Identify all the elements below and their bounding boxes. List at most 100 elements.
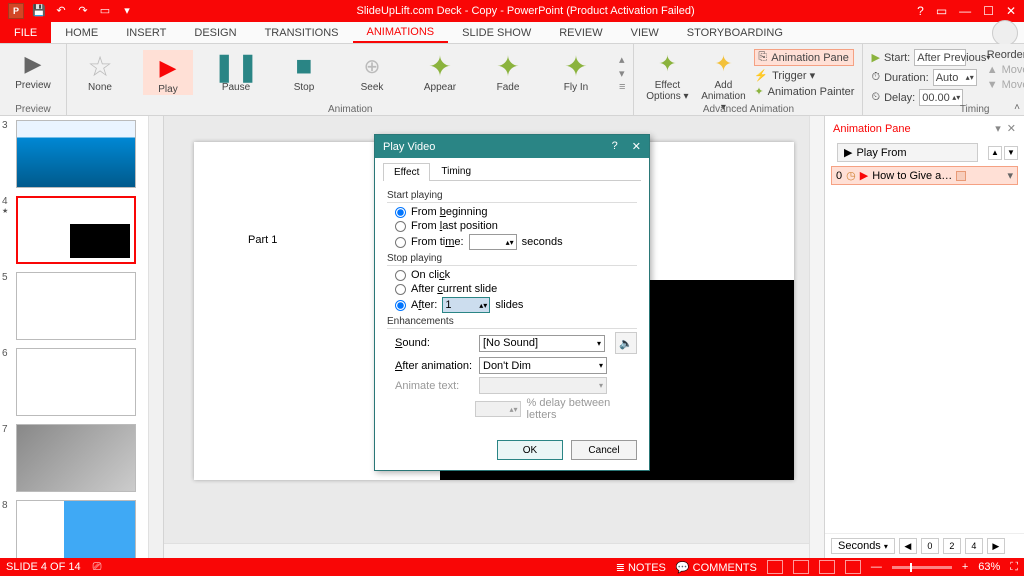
- opt-from-last[interactable]: From last position: [395, 220, 637, 232]
- account-icon[interactable]: [992, 20, 1018, 46]
- ribbon-options-icon[interactable]: ▭: [936, 4, 947, 18]
- animation-pane-button[interactable]: ⎘Animation Pane: [754, 49, 854, 66]
- maximize-icon[interactable]: ☐: [983, 4, 994, 18]
- tab-review[interactable]: REVIEW: [545, 22, 616, 43]
- tab-timing[interactable]: Timing: [430, 162, 482, 180]
- move-earlier-button[interactable]: ▲Move Earlier: [987, 64, 1024, 76]
- ok-button[interactable]: OK: [497, 440, 563, 460]
- normal-view-icon[interactable]: [767, 560, 783, 574]
- opt-on-click[interactable]: On click: [395, 269, 637, 281]
- radio-after-current[interactable]: [395, 284, 406, 295]
- add-animation-button[interactable]: ✦Add Animation ▾: [698, 46, 748, 113]
- entrance-flyin[interactable]: ✦Fly In: [551, 50, 601, 95]
- opt-after[interactable]: After:1▴▾slides: [395, 297, 637, 313]
- thumb-5[interactable]: 5: [0, 268, 163, 344]
- reorder-down-button[interactable]: ▼: [1004, 146, 1018, 160]
- tab-slideshow[interactable]: SLIDE SHOW: [448, 22, 545, 43]
- save-icon[interactable]: 💾: [32, 3, 46, 17]
- help-icon[interactable]: ?: [917, 4, 924, 18]
- collapse-ribbon-icon[interactable]: ˄: [1014, 102, 1020, 113]
- fit-to-window-icon[interactable]: ⛶: [1010, 561, 1018, 574]
- media-pause[interactable]: ❚❚Pause: [211, 50, 261, 95]
- cancel-button[interactable]: Cancel: [571, 440, 637, 460]
- comments-button[interactable]: 💬 COMMENTS: [676, 561, 757, 574]
- timeline-0[interactable]: 0: [921, 538, 939, 554]
- slide-counter[interactable]: SLIDE 4 OF 14: [6, 561, 81, 573]
- tab-design[interactable]: DESIGN: [180, 22, 250, 43]
- entrance-appear[interactable]: ✦Appear: [415, 50, 465, 95]
- zoom-out-button[interactable]: —: [871, 561, 882, 573]
- tab-animations[interactable]: ANIMATIONS: [353, 22, 449, 43]
- tab-transitions[interactable]: TRANSITIONS: [251, 22, 353, 43]
- after-animation-select[interactable]: Don't Dim▾: [479, 357, 607, 374]
- radio-from-last[interactable]: [395, 221, 406, 232]
- dialog-close-icon[interactable]: ✕: [632, 140, 641, 153]
- notes-button[interactable]: ≣ NOTES: [616, 561, 666, 574]
- effect-options-button[interactable]: ✦Effect Options ▾: [642, 46, 692, 113]
- animation-painter-button[interactable]: ✦Animation Painter: [754, 85, 854, 98]
- undo-icon[interactable]: ↶: [54, 3, 68, 17]
- after-slides-input[interactable]: 1▴▾: [442, 297, 490, 313]
- thumb-3[interactable]: 3: [0, 116, 163, 192]
- sound-preview-button[interactable]: 🔈: [615, 332, 637, 354]
- pane-close-icon[interactable]: ✕: [1007, 122, 1016, 135]
- editor-vscrollbar[interactable]: [809, 116, 824, 558]
- sorter-view-icon[interactable]: [793, 560, 809, 574]
- media-seek[interactable]: ⊕Seek: [347, 50, 397, 95]
- thumb-8[interactable]: 8: [0, 496, 163, 558]
- radio-after[interactable]: [395, 300, 406, 311]
- thumb-4[interactable]: 4: [0, 192, 163, 268]
- timeline-2[interactable]: 2: [943, 538, 961, 554]
- thumb-6[interactable]: 6: [0, 344, 163, 420]
- media-stop[interactable]: ■Stop: [279, 50, 329, 95]
- zoom-in-button[interactable]: +: [962, 561, 968, 573]
- timeline-next[interactable]: ▶: [987, 538, 1005, 554]
- reorder-up-button[interactable]: ▲: [988, 146, 1002, 160]
- timeline-prev[interactable]: ◀: [899, 538, 917, 554]
- zoom-slider[interactable]: [892, 566, 952, 569]
- radio-on-click[interactable]: [395, 270, 406, 281]
- opt-after-current[interactable]: After current slide: [395, 283, 637, 295]
- entrance-fade[interactable]: ✦Fade: [483, 50, 533, 95]
- preview-button[interactable]: ▶ Preview: [8, 46, 58, 91]
- animation-item-0[interactable]: 0 ◷ ▶ How to Give a… ▾: [831, 166, 1018, 185]
- dialog-titlebar[interactable]: Play Video ?✕: [375, 135, 649, 158]
- media-play[interactable]: ▶Play: [143, 50, 193, 95]
- tab-storyboarding[interactable]: STORYBOARDING: [673, 22, 797, 43]
- zoom-value[interactable]: 63%: [978, 561, 1000, 573]
- radio-from-time[interactable]: [395, 237, 406, 248]
- qat-customize-icon[interactable]: ▾: [120, 3, 134, 17]
- item-menu-icon[interactable]: ▾: [1007, 169, 1013, 182]
- timeline-bar[interactable]: [956, 171, 966, 181]
- radio-from-beginning[interactable]: [395, 207, 406, 218]
- play-from-button[interactable]: ▶Play From: [837, 143, 978, 162]
- from-time-input[interactable]: ▴▾: [469, 234, 517, 250]
- close-icon[interactable]: ✕: [1006, 4, 1016, 18]
- redo-icon[interactable]: ↷: [76, 3, 90, 17]
- trigger-button[interactable]: ⚡Trigger ▾: [754, 69, 854, 82]
- pane-dropdown-icon[interactable]: ▾: [995, 122, 1001, 135]
- slide-text-part1[interactable]: Part 1: [248, 234, 277, 246]
- thumbs-scrollbar[interactable]: [148, 116, 163, 558]
- minimize-icon[interactable]: —: [959, 4, 971, 18]
- start-from-beginning-icon[interactable]: ▭: [98, 3, 112, 17]
- seconds-toggle[interactable]: Seconds▾: [831, 538, 895, 554]
- duration-input[interactable]: Auto▴▾: [933, 69, 977, 86]
- slideshow-view-icon[interactable]: [845, 560, 861, 574]
- tab-insert[interactable]: INSERT: [112, 22, 180, 43]
- emphasis-none[interactable]: ☆None: [75, 50, 125, 95]
- start-select[interactable]: After Previous▾: [914, 49, 966, 66]
- opt-from-time[interactable]: From time:▴▾seconds: [395, 234, 637, 250]
- tab-effect[interactable]: Effect: [383, 163, 430, 181]
- animation-gallery-more[interactable]: ▴▾≡: [619, 50, 625, 95]
- sound-select[interactable]: [No Sound]▾: [479, 335, 605, 352]
- dialog-help-icon[interactable]: ?: [612, 140, 618, 153]
- tab-file[interactable]: FILE: [0, 22, 51, 43]
- tab-view[interactable]: VIEW: [617, 22, 673, 43]
- editor-hscrollbar[interactable]: [164, 543, 809, 558]
- tab-home[interactable]: HOME: [51, 22, 112, 43]
- move-later-button[interactable]: ▼Move Later: [987, 79, 1024, 91]
- reading-view-icon[interactable]: [819, 560, 835, 574]
- thumb-7[interactable]: 7: [0, 420, 163, 496]
- opt-from-beginning[interactable]: From beginning: [395, 206, 637, 218]
